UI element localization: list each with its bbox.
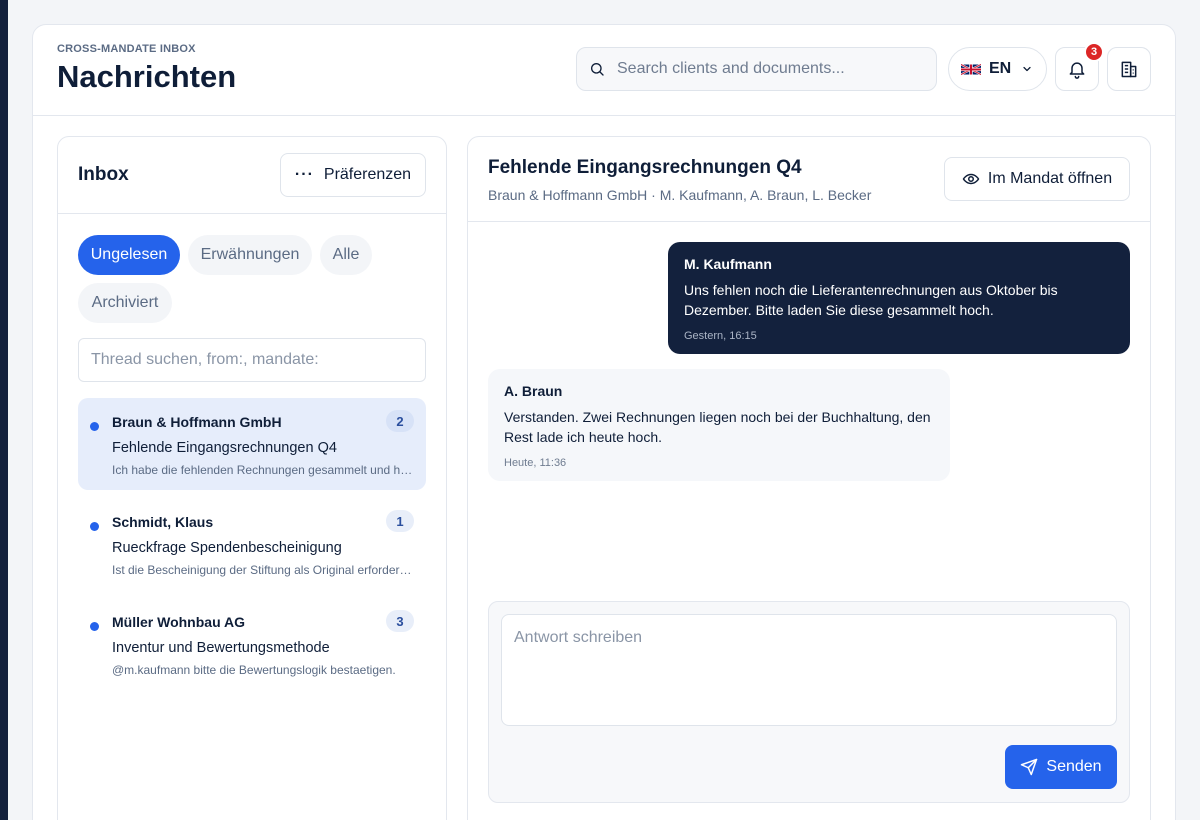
- app-shell: CROSS-MANDATE INBOX Nachrichten EN 3: [32, 24, 1176, 820]
- conversation-participants: Braun & Hoffmann GmbH · M. Kaufmann, A. …: [488, 187, 872, 203]
- preferences-button[interactable]: ··· Präferenzen: [280, 153, 426, 197]
- mandates-button[interactable]: [1107, 47, 1151, 91]
- page-eyebrow: CROSS-MANDATE INBOX: [57, 43, 196, 55]
- send-button[interactable]: Senden: [1005, 745, 1117, 789]
- unread-dot: [90, 522, 99, 531]
- open-in-mandate-button[interactable]: Im Mandat öffnen: [944, 157, 1130, 201]
- notification-count-badge: 3: [1084, 42, 1104, 62]
- search-icon: [591, 62, 604, 76]
- tab-unread[interactable]: Ungelesen: [78, 235, 180, 275]
- inbox-header: Inbox ··· Präferenzen: [58, 137, 446, 214]
- send-label: Senden: [1046, 758, 1102, 775]
- language-label: EN: [989, 60, 1012, 77]
- inbox-title: Inbox: [78, 164, 129, 185]
- unread-dot: [90, 422, 99, 431]
- open-in-mandate-label: Im Mandat öffnen: [987, 170, 1113, 187]
- thread-subject: Inventur und Bewertungsmethode: [112, 640, 330, 656]
- message-author: A. Braun: [504, 383, 563, 399]
- thread-preview: Ist die Bescheinigung der Stiftung als O…: [112, 563, 414, 577]
- thread-preview: @m.kaufmann bitte die Bewertungslogik be…: [112, 663, 396, 677]
- preferences-label: Präferenzen: [323, 166, 412, 183]
- thread-count-badge: 1: [386, 510, 414, 532]
- thread-count-badge: 3: [386, 610, 414, 632]
- thread-preview: Ich habe die fehlenden Rechnungen gesamm…: [112, 463, 414, 477]
- global-search[interactable]: [576, 47, 937, 91]
- thread-client: Müller Wohnbau AG: [112, 614, 245, 630]
- thread-subject: Fehlende Eingangsrechnungen Q4: [112, 440, 337, 456]
- thread-item[interactable]: Müller Wohnbau AG 3 Inventur und Bewertu…: [78, 598, 426, 690]
- thread-item[interactable]: Schmidt, Klaus 1 Rueckfrage Spendenbesch…: [78, 498, 426, 590]
- message-body: Verstanden. Zwei Rechnungen liegen noch …: [504, 409, 931, 445]
- message-body: Uns fehlen noch die Lieferantenrechnunge…: [684, 282, 1058, 318]
- thread-count-badge: 2: [386, 410, 414, 432]
- app-sidebar-edge: [0, 0, 8, 820]
- unread-dot: [90, 622, 99, 631]
- chevron-down-icon: [1023, 66, 1031, 72]
- conversation-panel: Fehlende Eingangsrechnungen Q4 Braun & H…: [467, 136, 1151, 820]
- tab-archived[interactable]: Archiviert: [78, 283, 172, 323]
- page-header: CROSS-MANDATE INBOX Nachrichten EN 3: [33, 25, 1175, 116]
- thread-search-input[interactable]: [78, 338, 426, 382]
- thread-item[interactable]: Braun & Hoffmann GmbH 2 Fehlende Eingang…: [78, 398, 426, 490]
- inbox-panel: Inbox ··· Präferenzen Ungelesen Erwähnun…: [57, 136, 447, 820]
- eye-icon: [962, 173, 980, 185]
- message-bubble-incoming: A. Braun Verstanden. Zwei Rechnungen lie…: [488, 369, 950, 481]
- page-title: Nachrichten: [57, 59, 237, 94]
- bell-icon: [1069, 62, 1085, 79]
- send-icon: [1021, 758, 1038, 776]
- global-search-input[interactable]: [617, 60, 917, 78]
- more-dots-icon: ···: [294, 166, 314, 183]
- conversation-title: Fehlende Eingangsrechnungen Q4: [488, 157, 802, 178]
- message-timestamp: Gestern, 16:15: [684, 330, 757, 342]
- thread-client: Braun & Hoffmann GmbH: [112, 414, 282, 430]
- message-timestamp: Heute, 11:36: [504, 457, 567, 469]
- tab-mentions[interactable]: Erwähnungen: [188, 235, 312, 275]
- tab-all[interactable]: Alle: [320, 235, 372, 275]
- reply-composer: Senden: [488, 601, 1130, 803]
- reply-input[interactable]: [501, 614, 1117, 726]
- building-icon: [1121, 61, 1137, 78]
- uk-flag-icon: [961, 63, 981, 75]
- conversation-header: Fehlende Eingangsrechnungen Q4 Braun & H…: [468, 137, 1150, 222]
- thread-client: Schmidt, Klaus: [112, 514, 214, 530]
- message-bubble-outgoing: M. Kaufmann Uns fehlen noch die Lieferan…: [668, 242, 1130, 354]
- thread-subject: Rueckfrage Spendenbescheinigung: [112, 540, 342, 556]
- language-selector[interactable]: EN: [948, 47, 1047, 91]
- message-author: M. Kaufmann: [684, 256, 772, 272]
- notifications-button[interactable]: 3: [1055, 42, 1104, 91]
